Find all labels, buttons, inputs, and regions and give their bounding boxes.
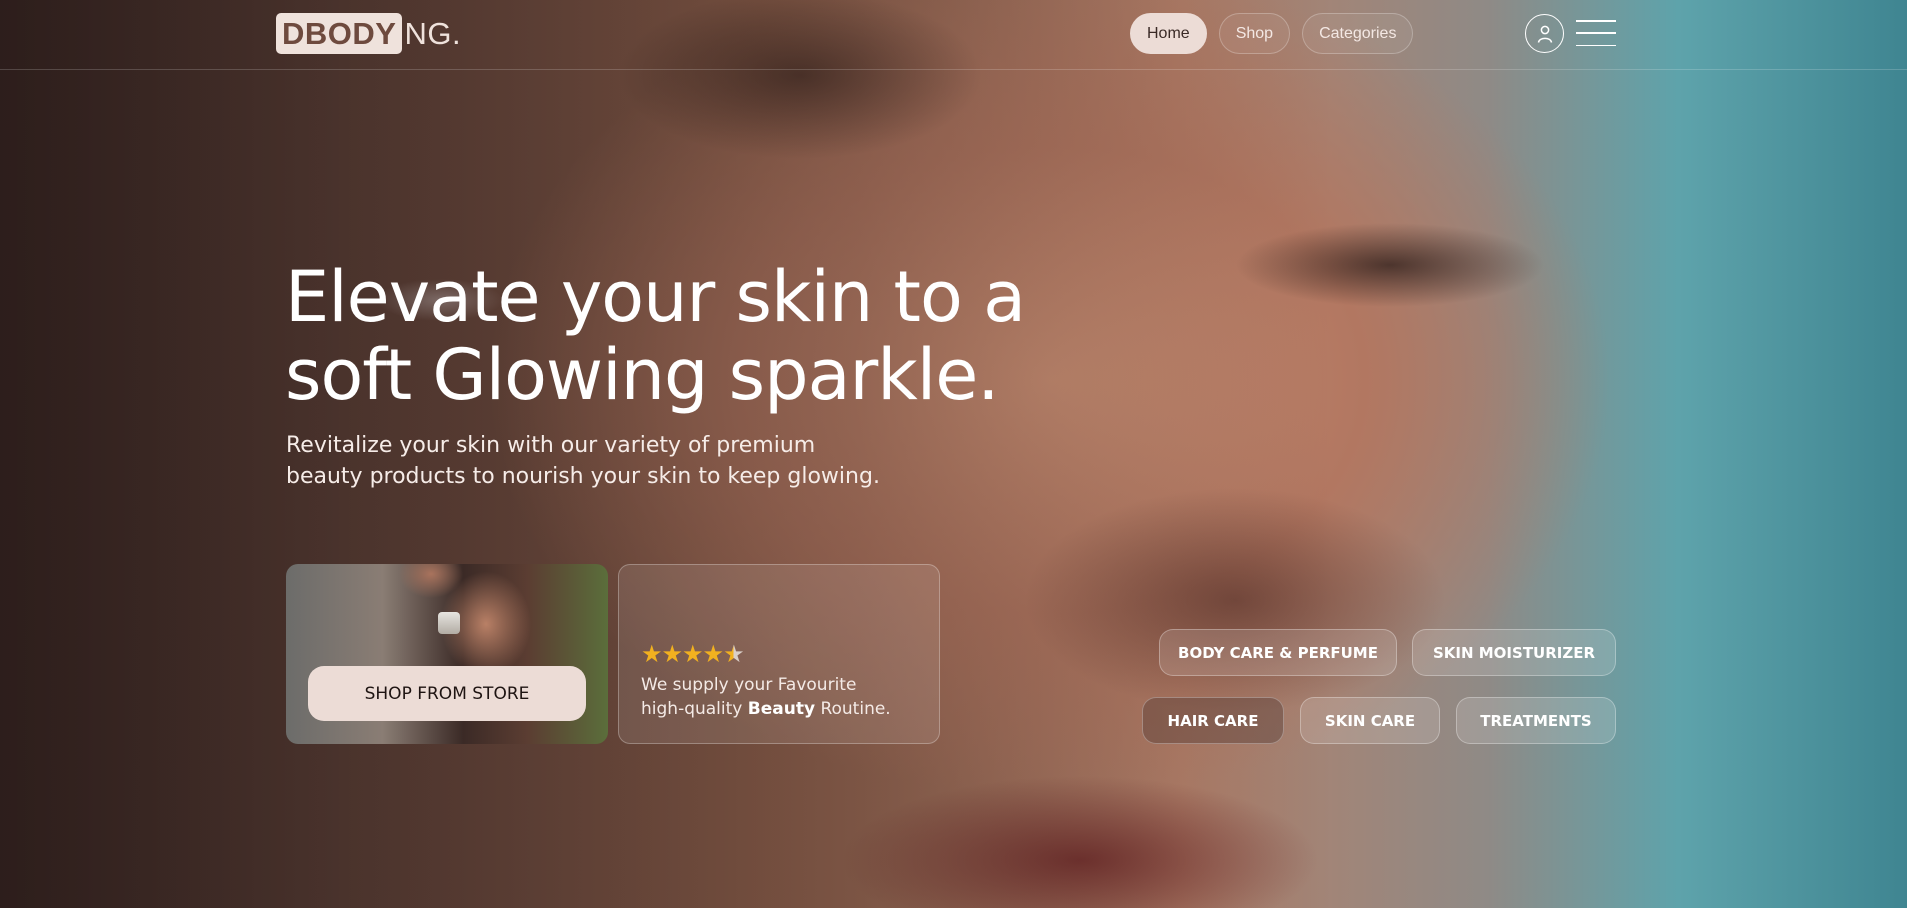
site-header: DBODY NG. Home Shop Categories [0, 0, 1907, 70]
hero-subtext: Revitalize your skin with our variety of… [286, 430, 926, 492]
main-nav: Home Shop Categories [1130, 13, 1414, 54]
category-chip-body-care-perfume[interactable]: BODY CARE & PERFUME [1159, 629, 1397, 676]
star-icon: ★ [702, 640, 724, 668]
star-icon: ★ [661, 640, 683, 668]
category-chip-skin-moisturizer[interactable]: SKIN MOISTURIZER [1412, 629, 1616, 676]
hamburger-menu-icon[interactable] [1576, 20, 1616, 46]
headline-line-1: Elevate your skin to a [285, 256, 1026, 338]
logo-box-text: DBODY [276, 13, 403, 54]
nav-home[interactable]: Home [1130, 13, 1207, 54]
category-chip-skin-care[interactable]: SKIN CARE [1300, 697, 1440, 744]
user-icon [1537, 25, 1552, 43]
rating-card: ★★★★★ We supply your Favourite high-qual… [618, 564, 940, 744]
category-chip-treatments[interactable]: TREATMENTS [1456, 697, 1616, 744]
rating-description: We supply your Favourite high-quality Be… [641, 673, 931, 721]
product-bottle-image [438, 612, 460, 634]
shop-from-store-button[interactable]: SHOP FROM STORE [308, 666, 586, 721]
rating-text-line-1: We supply your Favourite [641, 675, 857, 695]
subtext-line-2: beauty products to nourish your skin to … [286, 464, 880, 489]
menu-line [1576, 20, 1616, 22]
rating-text-bold: Beauty [747, 699, 816, 719]
category-chip-hair-care[interactable]: HAIR CARE [1142, 697, 1284, 744]
star-icon: ★ [641, 640, 662, 668]
star-rating: ★★★★★ [641, 640, 745, 668]
rating-text-prefix: high-quality [641, 699, 748, 719]
brand-logo[interactable]: DBODY NG. [276, 13, 461, 54]
subtext-line-1: Revitalize your skin with our variety of… [286, 433, 816, 458]
nav-categories[interactable]: Categories [1302, 13, 1414, 54]
half-star-icon: ★ [723, 640, 744, 668]
logo-suffix-text: NG. [404, 15, 462, 51]
hero-headline: Elevate your skin to a soft Glowing spar… [285, 258, 1105, 414]
rating-text-suffix: Routine. [815, 699, 891, 719]
headline-line-2: soft Glowing sparkle. [285, 334, 1000, 416]
shop-store-card: SHOP FROM STORE [286, 564, 608, 744]
star-icon: ★ [682, 640, 703, 668]
account-button[interactable] [1525, 14, 1564, 53]
nav-shop[interactable]: Shop [1218, 13, 1291, 54]
menu-line [1576, 44, 1616, 46]
menu-line [1576, 32, 1616, 34]
